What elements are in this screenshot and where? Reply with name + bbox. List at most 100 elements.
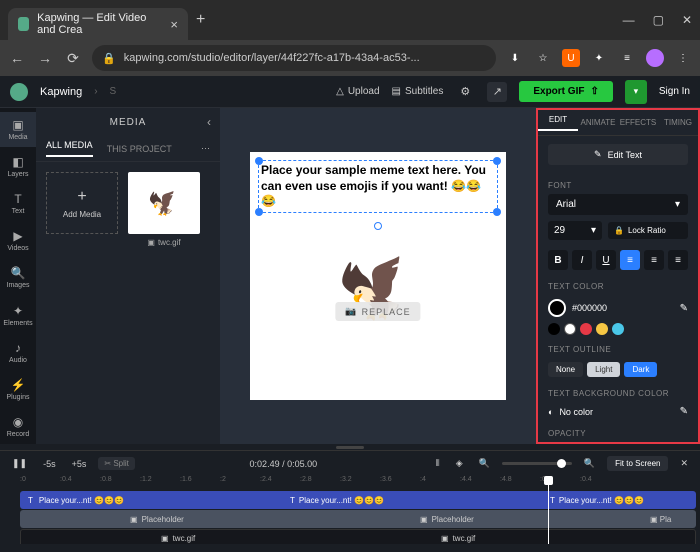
- swatch-cyan[interactable]: [612, 323, 624, 335]
- text-layer[interactable]: Place your sample meme text here. You ca…: [258, 160, 498, 213]
- rail-layers[interactable]: ◧Layers: [0, 149, 36, 184]
- zoom-out-icon[interactable]: 🔍: [475, 456, 494, 471]
- media-panel: MEDIA ‹ ALL MEDIA THIS PROJECT ⋯ + Add M…: [36, 108, 220, 444]
- export-button[interactable]: Export GIF ⇧: [519, 81, 613, 102]
- prev-frame-icon[interactable]: ⦀: [432, 456, 444, 471]
- rail-images[interactable]: 🔍Images: [0, 260, 36, 295]
- minus-5s[interactable]: -5s: [39, 457, 60, 471]
- media-thumb[interactable]: 🦅 ▣twc.gif: [128, 172, 200, 247]
- snap-icon[interactable]: ◈: [452, 456, 467, 471]
- tab-all-media[interactable]: ALL MEDIA: [46, 140, 93, 157]
- swatch-yellow[interactable]: [596, 323, 608, 335]
- pause-button[interactable]: ❚❚: [8, 456, 31, 471]
- bold-button[interactable]: B: [548, 250, 568, 270]
- close-window-icon[interactable]: ✕: [682, 13, 692, 27]
- extensions-icon[interactable]: ✦: [590, 49, 608, 67]
- list-icon[interactable]: ≡: [618, 49, 636, 67]
- swatch-black[interactable]: [548, 323, 560, 335]
- minimize-icon[interactable]: —: [623, 13, 635, 27]
- download-icon[interactable]: ⬇: [506, 49, 524, 67]
- fit-to-screen[interactable]: Fit to Screen: [607, 456, 668, 471]
- kapwing-logo[interactable]: [10, 83, 28, 101]
- collapse-panel-icon[interactable]: ‹: [207, 115, 212, 129]
- profile-avatar[interactable]: [646, 49, 664, 67]
- lock-ratio-toggle[interactable]: 🔒 Lock Ratio: [608, 222, 688, 239]
- handle-bl[interactable]: [255, 208, 263, 216]
- split-button[interactable]: ✂ Split: [98, 457, 135, 470]
- zoom-slider[interactable]: [502, 462, 572, 465]
- canvas[interactable]: Place your sample meme text here. You ca…: [250, 152, 506, 400]
- rail-text[interactable]: TText: [0, 186, 36, 221]
- resize-handle[interactable]: [336, 446, 364, 449]
- handle-tl[interactable]: [255, 157, 263, 165]
- align-right-button[interactable]: ≡: [668, 250, 688, 270]
- rail-elements[interactable]: ✦Elements: [0, 298, 36, 333]
- tab-edit[interactable]: EDIT: [538, 115, 578, 131]
- timeline-track-gif[interactable]: ▣ twc.gif ▣ twc.gif: [20, 529, 696, 544]
- subtitles-button[interactable]: ▤ Subtitles: [392, 86, 444, 97]
- share-icon[interactable]: ☆: [534, 49, 552, 67]
- handle-br[interactable]: [493, 208, 501, 216]
- media-more-icon[interactable]: ⋯: [201, 143, 210, 154]
- handle-rotate[interactable]: [374, 222, 382, 230]
- tab-this-project[interactable]: THIS PROJECT: [107, 144, 172, 154]
- browser-tab[interactable]: Kapwing — Edit Video and Crea ×: [8, 8, 188, 40]
- back-button[interactable]: ←: [8, 50, 26, 66]
- timeline[interactable]: :0:0.4:0.8:1.2:1.6:2:2.4:2.8:3.2:3.6:4:4…: [0, 476, 700, 544]
- add-media-button[interactable]: + Add Media: [46, 172, 118, 234]
- timeline-track-text[interactable]: TPlace your...nt! 😊😊😊 TPlace your...nt! …: [20, 491, 696, 509]
- close-tab-icon[interactable]: ×: [170, 17, 178, 32]
- upload-button[interactable]: △ Upload: [336, 86, 379, 97]
- settings-icon[interactable]: ⚙: [455, 82, 475, 102]
- swatch-white[interactable]: [564, 323, 576, 335]
- plus-5s[interactable]: +5s: [68, 457, 91, 471]
- rail-record[interactable]: ◉Record: [0, 409, 36, 444]
- close-timeline-icon[interactable]: ✕: [676, 456, 692, 471]
- zoom-thumb[interactable]: [557, 459, 566, 468]
- new-tab-button[interactable]: +: [196, 11, 205, 29]
- outline-light[interactable]: Light: [587, 362, 620, 377]
- zoom-in-icon[interactable]: 🔍: [580, 456, 599, 471]
- timeline-track-placeholder[interactable]: ▣ Placeholder ▣ Placeholder ▣ Pla: [20, 510, 696, 528]
- maximize-icon[interactable]: ▢: [653, 13, 664, 27]
- tab-timing[interactable]: TIMING: [658, 118, 698, 127]
- nocolor-icon[interactable]: ◐: [548, 407, 553, 417]
- tab-effects[interactable]: EFFECTS: [618, 118, 658, 127]
- reload-button[interactable]: ⟳: [64, 50, 82, 67]
- eyedropper-icon[interactable]: ✎: [680, 406, 688, 417]
- rail-audio[interactable]: ♪Audio: [0, 335, 36, 370]
- italic-button[interactable]: I: [572, 250, 592, 270]
- playhead[interactable]: [548, 476, 549, 544]
- browser-titlebar: Kapwing — Edit Video and Crea × + — ▢ ✕: [0, 0, 700, 40]
- align-left-button[interactable]: ≡: [620, 250, 640, 270]
- edit-text-button[interactable]: ✎ Edit Text: [548, 144, 688, 165]
- url-input[interactable]: 🔒 kapwing.com/studio/editor/layer/44f227…: [92, 45, 496, 71]
- replace-button[interactable]: 📷 REPLACE: [335, 302, 420, 321]
- font-size-select[interactable]: 29▾: [548, 221, 602, 240]
- outline-none[interactable]: None: [548, 362, 583, 377]
- rail-videos[interactable]: ▶Videos: [0, 223, 36, 258]
- color-chip[interactable]: [548, 299, 566, 317]
- plus-icon: +: [77, 188, 86, 206]
- align-center-button[interactable]: ≡: [644, 250, 664, 270]
- menu-icon[interactable]: ⋮: [674, 49, 692, 67]
- swatch-row: [548, 323, 688, 335]
- share-button[interactable]: ↗: [487, 82, 507, 102]
- outline-dark[interactable]: Dark: [624, 362, 657, 377]
- export-dropdown[interactable]: ▾: [625, 80, 647, 104]
- ext-u-icon[interactable]: U: [562, 49, 580, 67]
- eyedropper-icon[interactable]: ✎: [680, 303, 688, 314]
- chevron-down-icon: ▾: [591, 225, 596, 236]
- properties-panel: EDIT ANIMATE EFFECTS TIMING ✎ Edit Text …: [536, 108, 700, 444]
- handle-tr[interactable]: [493, 157, 501, 165]
- tab-animate[interactable]: ANIMATE: [578, 118, 618, 127]
- canvas-area[interactable]: Place your sample meme text here. You ca…: [220, 108, 536, 444]
- underline-button[interactable]: U: [596, 250, 616, 270]
- font-select[interactable]: Arial▾: [548, 194, 688, 215]
- swatch-red[interactable]: [580, 323, 592, 335]
- rail-media[interactable]: ▣Media: [0, 112, 36, 147]
- signin-link[interactable]: Sign In: [659, 86, 690, 97]
- forward-button[interactable]: →: [36, 50, 54, 66]
- timeline-ruler: :0:0.4:0.8:1.2:1.6:2:2.4:2.8:3.2:3.6:4:4…: [0, 476, 700, 490]
- rail-plugins[interactable]: ⚡Plugins: [0, 372, 36, 407]
